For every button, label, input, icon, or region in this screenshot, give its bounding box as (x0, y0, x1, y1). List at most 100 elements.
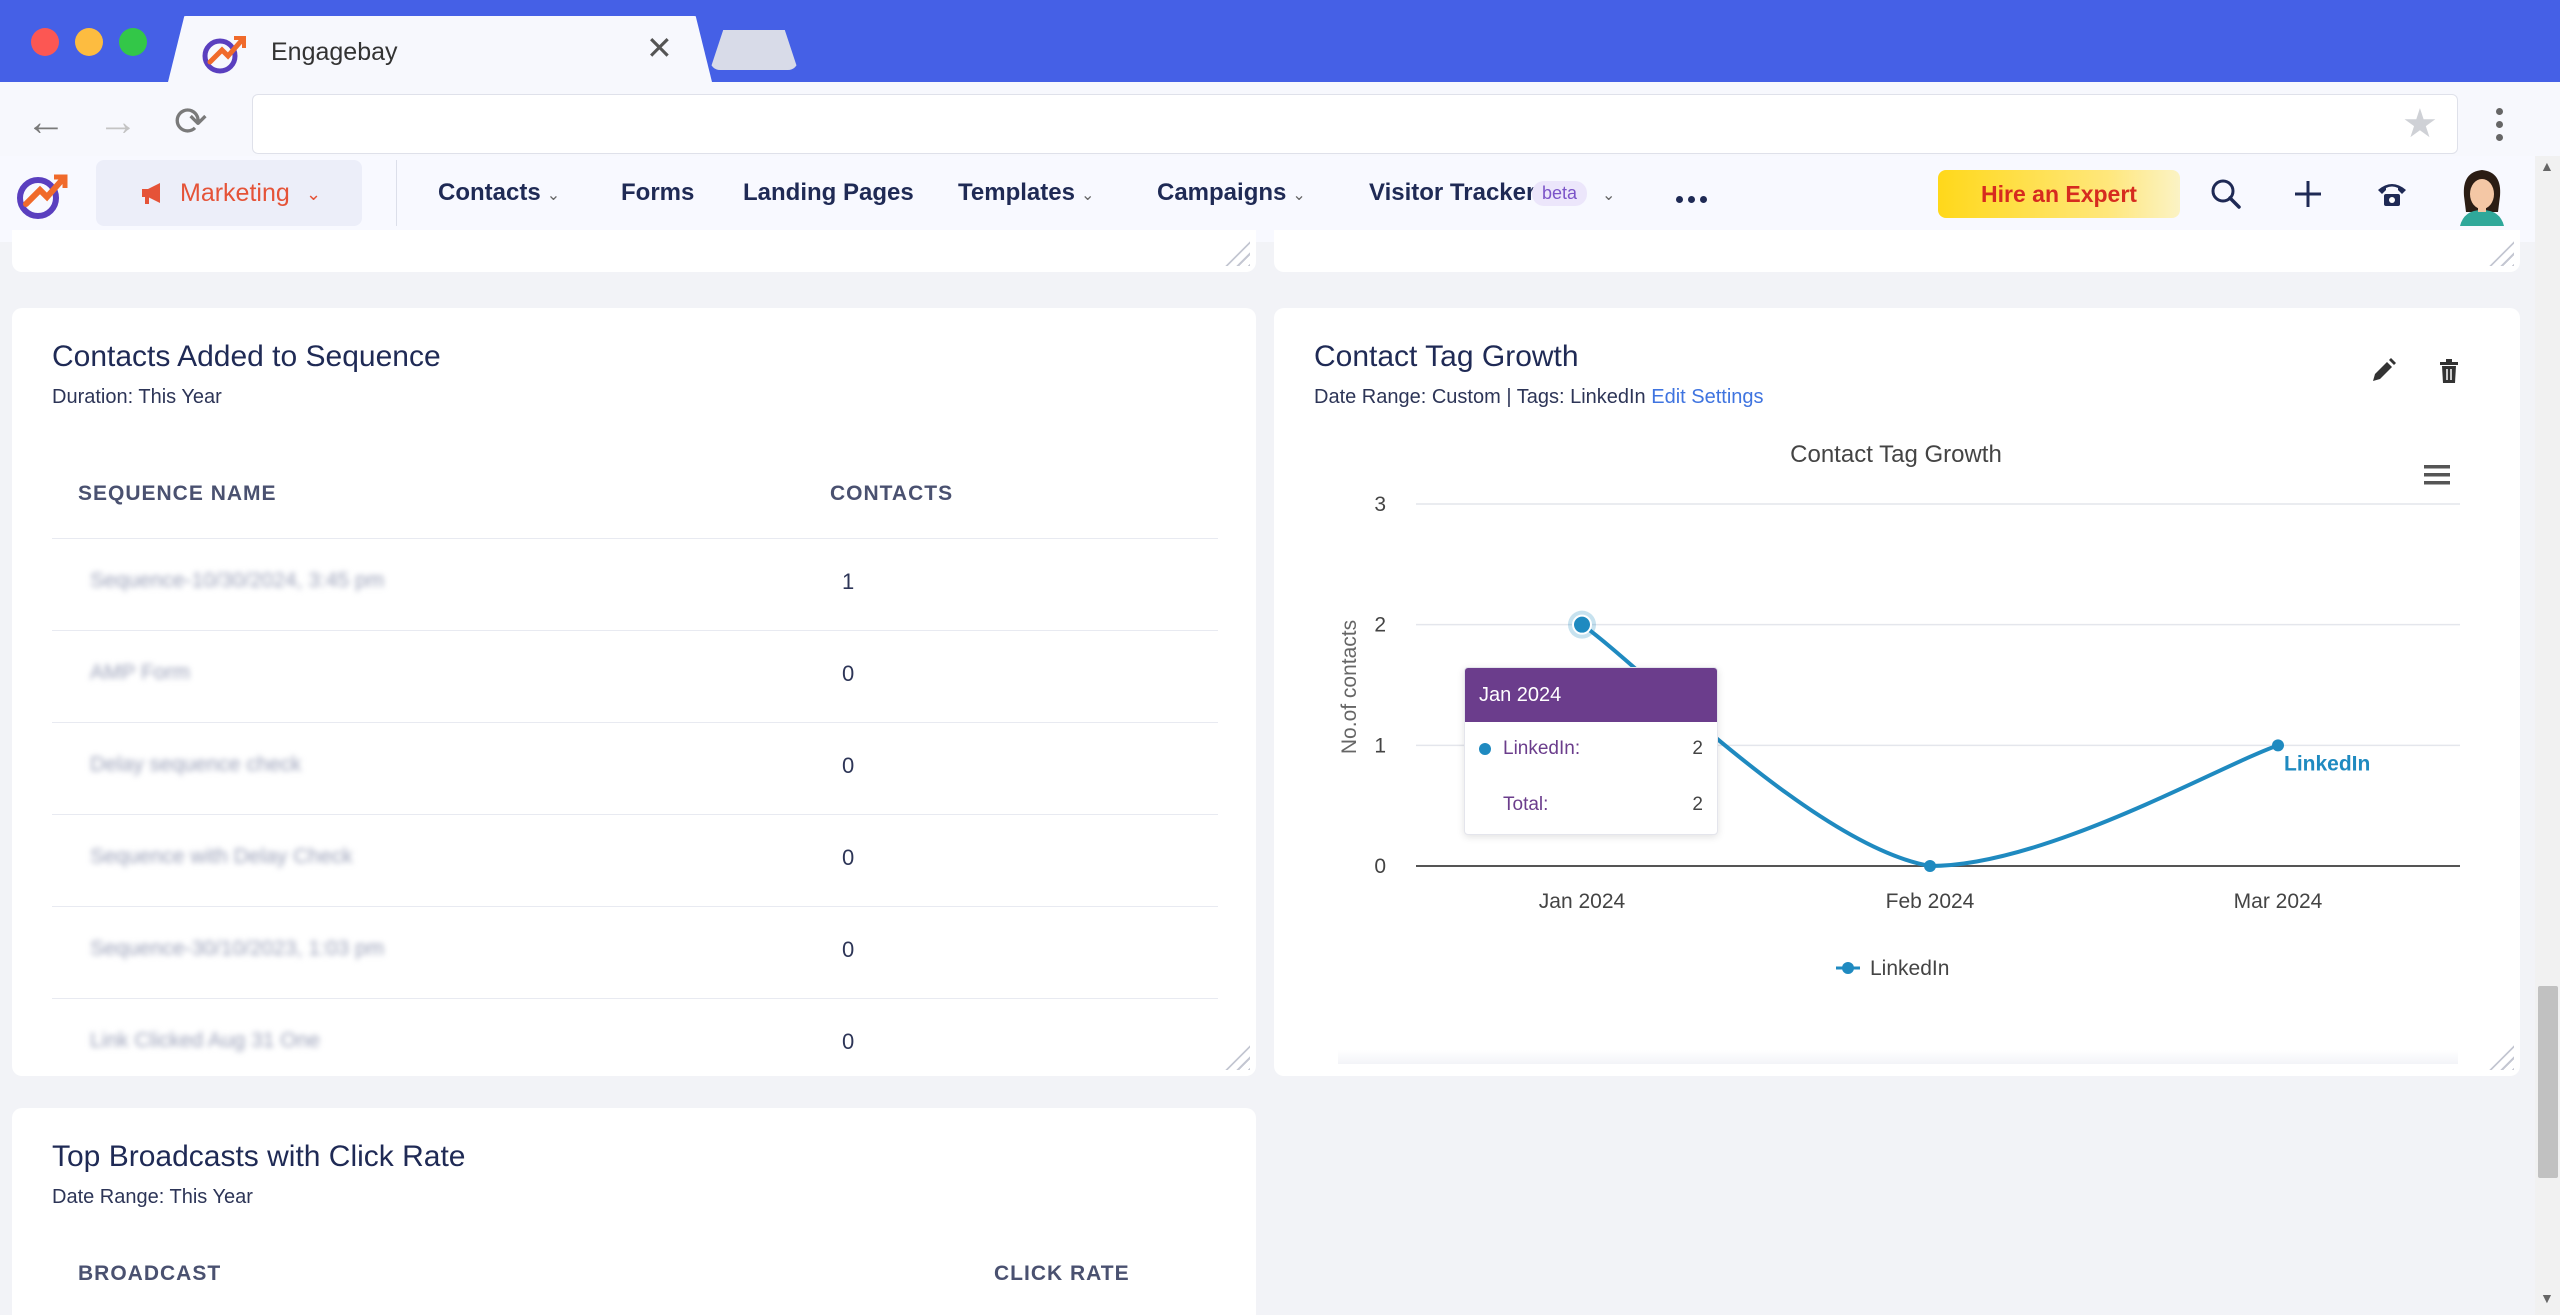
window-close-button[interactable] (31, 28, 59, 56)
resize-handle-icon[interactable] (1222, 1042, 1250, 1070)
chevron-down-icon: ⌄ (306, 184, 322, 204)
sequence-name: Sequence-10/30/2024, 3:45 pm (90, 569, 385, 592)
chart-legend[interactable]: LinkedIn (1836, 957, 1949, 980)
sequence-name: Delay sequence check (90, 753, 302, 776)
series-dot-icon (1479, 743, 1491, 755)
nav-contacts[interactable]: Contacts ⌄ (438, 179, 560, 207)
chevron-down-icon: ⌄ (1080, 187, 1095, 204)
data-point (1924, 860, 1936, 872)
browser-tab-new[interactable] (710, 30, 798, 70)
sequence-name: Sequence-30/10/2023, 1:03 pm (90, 937, 385, 960)
beta-badge: beta (1532, 181, 1588, 206)
y-axis-ticks: 0 1 2 3 (1374, 493, 1386, 878)
back-arrow-icon[interactable]: ← (26, 102, 66, 142)
widget-title: Contact Tag Growth (1314, 340, 1579, 373)
table-row[interactable]: Delay sequence check 0 (52, 722, 1218, 815)
widget-card-above-right (1274, 230, 2520, 272)
chevron-down-icon: ⌄ (546, 187, 561, 204)
widget-title: Top Broadcasts with Click Rate (52, 1140, 466, 1173)
y-tick-label: 2 (1374, 614, 1386, 637)
chart-tooltip: Jan 2024 LinkedIn: 2 Total: 2 (1464, 667, 1718, 835)
tooltip-header: Jan 2024 (1465, 668, 1717, 722)
browser-tab-active[interactable] (168, 16, 712, 82)
tooltip-value: 2 (1692, 794, 1703, 815)
table-row[interactable]: AMP Form 0 (52, 630, 1218, 723)
edit-pencil-icon[interactable] (2368, 356, 2398, 386)
chevron-down-icon[interactable]: ⌄ (1596, 179, 1615, 207)
user-avatar[interactable] (2454, 166, 2510, 226)
contacts-count: 0 (842, 753, 855, 778)
address-bar-input[interactable] (252, 94, 2458, 154)
contacts-count: 0 (842, 937, 855, 962)
chart-footer-shade (1338, 1050, 2458, 1064)
window-minimize-button[interactable] (75, 28, 103, 56)
column-header-broadcast: BROADCAST (78, 1262, 222, 1285)
chart-title: Contact Tag Growth (1790, 441, 2002, 468)
scrollbar-thumb[interactable] (2538, 986, 2558, 1178)
series-end-label: LinkedIn (2284, 752, 2370, 775)
data-point (2272, 739, 2284, 752)
scroll-down-icon[interactable]: ▼ (2540, 1290, 2554, 1306)
x-tick-label: Jan 2024 (1539, 890, 1626, 913)
contacts-count: 0 (842, 1029, 855, 1054)
nav-templates[interactable]: Templates ⌄ (958, 179, 1094, 207)
y-axis-label: No.of contacts (1338, 620, 1361, 754)
broadcast-widget-card: Top Broadcasts with Click Rate Date Rang… (12, 1108, 1256, 1315)
data-point (1572, 614, 1592, 635)
x-tick-label: Feb 2024 (1886, 890, 1975, 913)
resize-handle-icon[interactable] (2486, 1042, 2514, 1070)
phone-icon[interactable] (2374, 176, 2410, 212)
engagebay-logo-icon[interactable] (14, 168, 68, 222)
sequence-name: Link Clicked Aug 31 One (90, 1029, 320, 1052)
module-switcher[interactable]: Marketing ⌄ (96, 160, 362, 226)
table-row[interactable]: Sequence with Delay Check 0 (52, 814, 1218, 907)
column-header-click-rate: CLICK RATE (994, 1262, 1130, 1285)
tooltip-value: 2 (1692, 738, 1703, 759)
tooltip-label: Total: (1503, 794, 1549, 815)
browser-menu-icon[interactable] (2496, 108, 2504, 147)
table-row[interactable]: Sequence-10/30/2024, 3:45 pm 1 (52, 538, 1218, 631)
more-menu-icon[interactable] (1676, 190, 1712, 208)
engagebay-favicon-icon (202, 36, 246, 74)
chart-menu-icon[interactable] (2424, 465, 2450, 485)
reload-icon[interactable]: ⟳ (174, 102, 208, 142)
sequence-name: Sequence with Delay Check (90, 845, 353, 868)
browser-tab-title: Engagebay (271, 38, 398, 66)
widget-card-above-left (12, 230, 1256, 272)
window-maximize-button[interactable] (119, 28, 147, 56)
tooltip-label: LinkedIn: (1503, 738, 1581, 759)
bookmark-star-icon[interactable]: ★ (2402, 104, 2438, 144)
edit-settings-link[interactable]: Edit Settings (1651, 386, 1763, 408)
widget-title: Contacts Added to Sequence (52, 340, 441, 373)
widget-subtitle: Duration: This Year (52, 386, 222, 408)
add-icon[interactable] (2290, 176, 2326, 212)
nav-forms[interactable]: Forms (621, 179, 694, 207)
table-row[interactable]: Link Clicked Aug 31 One 0 (52, 998, 1218, 1076)
header-divider (396, 160, 397, 226)
column-header-sequence-name: SEQUENCE NAME (78, 482, 277, 505)
forward-arrow-icon[interactable]: → (98, 102, 138, 142)
contacts-count: 0 (842, 845, 855, 870)
trash-icon[interactable] (2434, 356, 2464, 386)
tab-close-icon[interactable]: ✕ (646, 32, 673, 64)
widget-subtitle: Date Range: Custom | Tags: LinkedIn Edit… (1314, 386, 1764, 409)
table-row[interactable]: Sequence-30/10/2023, 1:03 pm 0 (52, 906, 1218, 999)
y-tick-label: 3 (1374, 493, 1386, 516)
nav-visitor-tracker[interactable]: Visitor Tracker (1369, 179, 1535, 207)
resize-handle-icon[interactable] (1222, 238, 1250, 266)
nav-landing-pages[interactable]: Landing Pages (743, 179, 914, 207)
scroll-up-icon[interactable]: ▲ (2540, 158, 2554, 174)
hire-expert-button[interactable]: Hire an Expert (1938, 170, 2180, 218)
y-tick-label: 0 (1374, 855, 1386, 878)
chevron-down-icon: ⌄ (1292, 187, 1306, 204)
resize-handle-icon[interactable] (2486, 238, 2514, 266)
module-label: Marketing (180, 179, 290, 207)
column-header-contacts: CONTACTS (830, 482, 954, 505)
y-tick-label: 1 (1374, 734, 1386, 757)
megaphone-icon (142, 183, 160, 204)
legend-label: LinkedIn (1870, 957, 1949, 980)
sequence-widget-card: Contacts Added to Sequence Duration: Thi… (12, 308, 1256, 1076)
contacts-count: 1 (842, 569, 855, 594)
nav-campaigns[interactable]: Campaigns ⌄ (1157, 179, 1306, 207)
search-icon[interactable] (2208, 176, 2244, 212)
